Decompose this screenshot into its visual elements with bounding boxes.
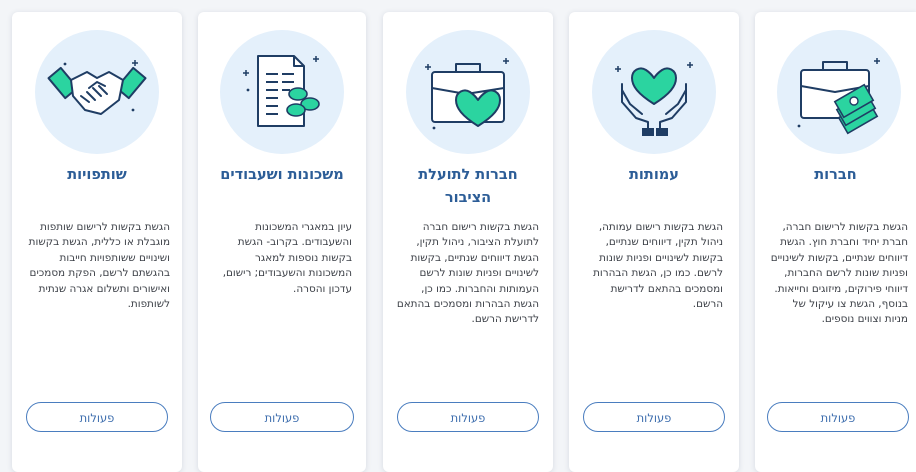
icon-circle (777, 30, 901, 154)
icon-circle (406, 30, 530, 154)
card-description: הגשת בקשות רישום עמותה, ניהול תקין, דיוו… (593, 221, 723, 311)
card-description: הגשת בקשות לרישום שותפות מוגבלת או כללית… (28, 221, 170, 311)
services-cards-row: שותפויות הגשת בקשות לרישום שותפות מוגבלת… (0, 0, 916, 472)
briefcase-heart-icon (425, 58, 509, 130)
actions-button[interactable]: פעולות (397, 402, 539, 432)
briefcase-money-icon (797, 58, 880, 135)
actions-button[interactable]: פעולות (26, 402, 168, 432)
document-coins-icon (243, 55, 320, 127)
actions-button[interactable]: פעולות (767, 402, 909, 432)
card-description: הגשת בקשות רישום חברה לתועלת הציבור, ניה… (396, 221, 539, 326)
card-title: חברות לתועלת הציבור (418, 167, 518, 206)
card-partnerships[interactable]: שותפויות הגשת בקשות לרישום שותפות מוגבלת… (12, 12, 182, 472)
actions-button[interactable]: פעולות (583, 402, 725, 432)
icon-circle (220, 30, 344, 154)
hands-heart-icon (615, 62, 693, 136)
actions-button[interactable]: פעולות (210, 402, 354, 432)
card-title: חברות (814, 167, 857, 183)
card-description: הגשת בקשות לרישום חברה, חברת יחיד וחברת … (770, 221, 908, 326)
card-description: עיון במאגרי המשכונות והשעבודים. בקרוב- ה… (222, 221, 352, 295)
icon-circle (592, 30, 716, 154)
card-title: שותפויות (67, 167, 127, 183)
handshake-icon (47, 60, 147, 115)
card-title: עמותות (629, 167, 679, 183)
card-companies[interactable]: חברות הגשת בקשות לרישום חברה, חברת יחיד … (755, 12, 916, 472)
card-liens[interactable]: משכונות ושעבודים עיון במאגרי המשכונות וה… (198, 12, 366, 472)
card-title: משכונות ושעבודים (220, 167, 344, 183)
card-public-benefit-companies[interactable]: חברות לתועלת הציבור הגשת בקשות רישום חבר… (383, 12, 553, 472)
icon-circle (35, 30, 159, 154)
card-associations[interactable]: עמותות הגשת בקשות רישום עמותה, ניהול תקי… (569, 12, 739, 472)
